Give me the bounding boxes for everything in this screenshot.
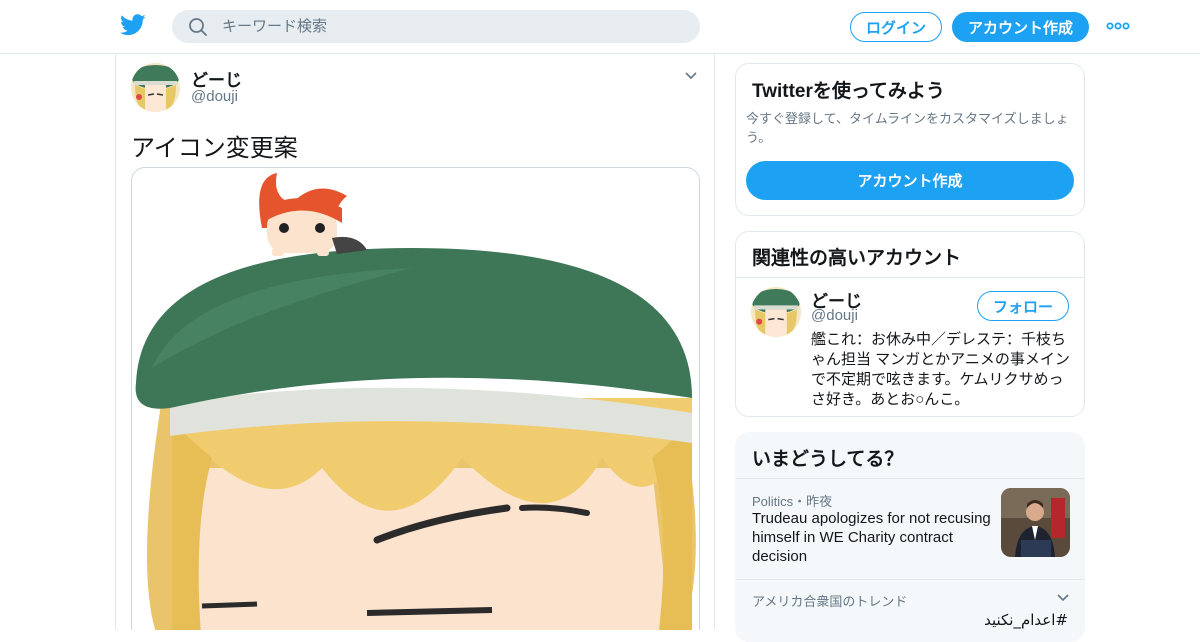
tweet-column: どーじ @douji アイコン変更案 [115,54,715,630]
chevron-down-icon[interactable] [1056,593,1070,603]
tweet-media-image[interactable] [131,167,700,630]
avatar[interactable] [131,63,180,112]
top-navigation-bar: ログイン アカウント作成 [0,0,1200,54]
login-button[interactable]: ログイン [850,12,942,42]
search-bar[interactable] [172,10,700,43]
related-account-handle[interactable]: @douji [811,307,858,324]
more-dots-icon[interactable] [1106,20,1130,32]
search-input[interactable] [222,10,682,43]
signup-card-title: Twitterを使ってみよう [752,81,945,102]
follow-button[interactable]: フォロー [977,291,1069,321]
trends-card-title: いまどうしてる？ [752,449,904,470]
divider [736,277,1084,278]
search-icon [189,18,207,36]
avatar-image [751,287,801,337]
signup-promo-card: Twitterを使ってみよう 今すぐ登録して、タイムラインをカスタマイズしましょ… [735,63,1085,216]
chevron-down-icon[interactable] [683,70,699,82]
related-account-bio: 艦これ：お休み中／デレステ：千枝ちゃん担当 マンガとかアニメの事メインで不定期で… [811,331,1070,408]
tweet-author-handle[interactable]: @douji [191,88,238,105]
related-card-title: 関連性の高いアカウント [752,248,962,269]
news-meta: Politics・昨夜 [752,494,833,509]
signup-button[interactable]: アカウント作成 [952,12,1089,42]
related-accounts-card: 関連性の高いアカウント どーじ @douji フォロー 艦これ：お休み中／デレス… [735,231,1085,417]
trend-region-label: アメリカ合衆国のトレンド [752,594,908,609]
news-thumbnail-image [1001,488,1070,557]
twitter-bird-icon[interactable] [120,14,146,36]
divider [736,478,1084,479]
trends-card: いまどうしてる？ Politics・昨夜 Trudeau apologizes … [735,432,1085,642]
divider [736,579,1084,580]
avatar-image [131,63,180,112]
tweet-text: アイコン変更案 [131,135,298,162]
signup-card-button[interactable]: アカウント作成 [746,161,1074,200]
trend-hashtag[interactable]: #اعدام_نکنید [984,611,1068,629]
signup-card-subtitle: 今すぐ登録して、タイムラインをカスタマイズしましょう。 [746,111,1069,145]
news-thumbnail[interactable] [1001,488,1070,557]
avatar[interactable] [751,287,801,337]
news-headline[interactable]: Trudeau apologizes for not recusing hims… [752,509,996,566]
figure-illustration [132,168,699,630]
